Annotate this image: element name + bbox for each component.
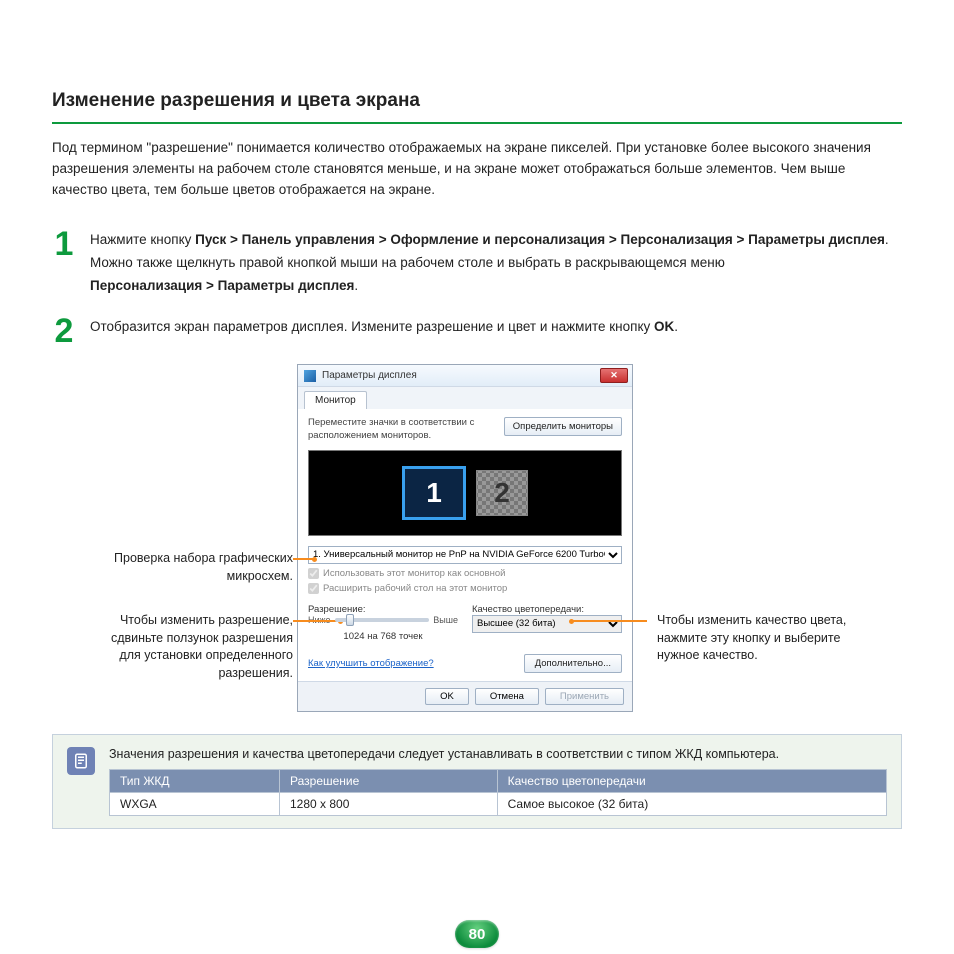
step1-line2c: . xyxy=(354,278,358,293)
step-1: 1 Нажмите кнопку Пуск > Панель управлени… xyxy=(52,229,902,298)
page-heading: Изменение разрешения и цвета экрана xyxy=(52,90,902,124)
resolution-label: Разрешение: xyxy=(308,604,458,615)
step-1-body: Нажмите кнопку Пуск > Панель управления … xyxy=(90,229,902,298)
callout-resolution: Чтобы изменить разрешение, сдвиньте полз… xyxy=(87,612,297,682)
dialog-titlebar[interactable]: Параметры дисплея ✕ xyxy=(298,365,632,387)
th-color-quality: Качество цветопередачи xyxy=(497,769,886,792)
identify-monitors-button[interactable]: Определить мониторы xyxy=(504,417,622,436)
quality-label: Качество цветопередачи: xyxy=(472,604,622,615)
step1-line2a: Можно также щелкнуть правой кнопкой мыши… xyxy=(90,255,725,270)
callouts-right: Чтобы изменить качество цвета, нажмите э… xyxy=(637,364,867,712)
td-lcd-type: WXGA xyxy=(110,792,280,815)
callout-chipset: Проверка набора графических микросхем. xyxy=(87,550,297,585)
note-icon xyxy=(67,747,95,775)
extend-desktop-checkbox[interactable]: Расширить рабочий стол на этот монитор xyxy=(308,583,622,594)
ok-button[interactable]: OK xyxy=(425,688,469,705)
step-2: 2 Отобразится экран параметров дисплея. … xyxy=(52,316,902,347)
note-text: Значения разрешения и качества цветопере… xyxy=(109,747,887,761)
callout-color-quality: Чтобы изменить качество цвета, нажмите э… xyxy=(637,612,867,665)
resolution-value: 1024 на 768 точек xyxy=(308,631,458,642)
page-number: 80 xyxy=(455,920,499,948)
tab-row: Монитор xyxy=(298,387,632,409)
color-quality-select[interactable]: Высшее (32 бита) xyxy=(472,615,622,633)
step-number-1: 1 xyxy=(52,229,76,298)
step1-lead: Нажмите кнопку xyxy=(90,232,195,247)
step1-line2b: Персонализация > Параметры дисплея xyxy=(90,278,354,293)
step2-a: Отобразится экран параметров дисплея. Из… xyxy=(90,319,654,334)
step-number-2: 2 xyxy=(52,316,76,347)
intro-paragraph: Под термином "разрешение" понимается кол… xyxy=(52,138,902,201)
monitor-2[interactable]: 2 xyxy=(476,470,528,516)
monitor-1[interactable]: 1 xyxy=(402,466,466,520)
monitor-select[interactable]: 1. Универсальный монитор не PnP на NVIDI… xyxy=(308,546,622,564)
th-resolution: Разрешение xyxy=(280,769,498,792)
primary-monitor-checkbox[interactable]: Использовать этот монитор как основной xyxy=(308,568,622,579)
step1-path: Пуск > Панель управления > Оформление и … xyxy=(195,232,885,247)
tab-monitor[interactable]: Монитор xyxy=(304,391,367,409)
monitor-preview[interactable]: 1 2 xyxy=(308,450,622,536)
chk1-label: Использовать этот монитор как основной xyxy=(323,568,505,579)
slider-thumb[interactable] xyxy=(346,614,354,626)
resolution-slider[interactable] xyxy=(335,618,430,622)
display-settings-dialog: Параметры дисплея ✕ Монитор Переместите … xyxy=(297,364,633,712)
table-row: WXGA 1280 x 800 Самое высокое (32 бита) xyxy=(110,792,887,815)
dialog-icon xyxy=(304,370,316,382)
improve-display-link[interactable]: Как улучшить отображение? xyxy=(308,658,434,669)
step1-dot: . xyxy=(885,232,889,247)
apply-button[interactable]: Применить xyxy=(545,688,624,705)
advanced-button[interactable]: Дополнительно... xyxy=(524,654,622,673)
cancel-button[interactable]: Отмена xyxy=(475,688,539,705)
page-number-badge: 80 xyxy=(455,920,499,948)
chk2-label: Расширить рабочий стол на этот монитор xyxy=(323,583,507,594)
step2-b: OK xyxy=(654,319,674,334)
step-2-body: Отобразится экран параметров дисплея. Из… xyxy=(90,316,902,347)
spec-table: Тип ЖКД Разрешение Качество цветопередач… xyxy=(109,769,887,816)
close-button[interactable]: ✕ xyxy=(600,368,628,383)
dialog-title: Параметры дисплея xyxy=(322,370,417,381)
td-resolution: 1280 x 800 xyxy=(280,792,498,815)
instruction-text: Переместите значки в соответствии с расп… xyxy=(308,417,478,442)
note-box: Значения разрешения и качества цветопере… xyxy=(52,734,902,829)
step2-c: . xyxy=(674,319,678,334)
resolution-high: Выше xyxy=(433,615,458,625)
th-lcd-type: Тип ЖКД xyxy=(110,769,280,792)
callouts-left: Проверка набора графических микросхем. Ч… xyxy=(87,364,297,712)
dialog-button-row: OK Отмена Применить xyxy=(298,681,632,711)
td-color-quality: Самое высокое (32 бита) xyxy=(497,792,886,815)
